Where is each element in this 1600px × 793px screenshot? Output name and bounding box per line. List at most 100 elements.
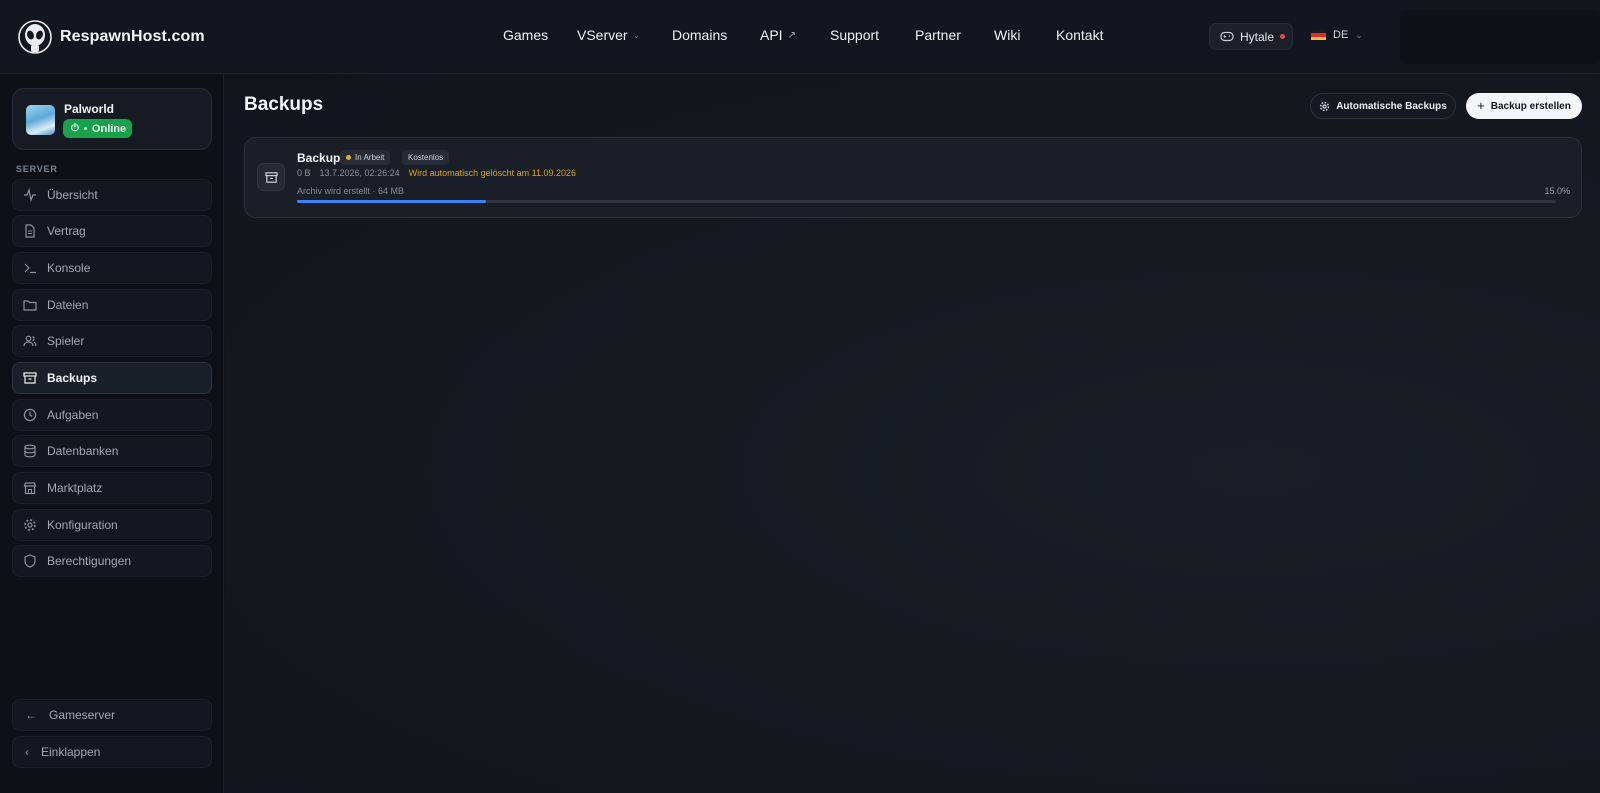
sidebar-bottom-label: Gameserver bbox=[49, 708, 116, 722]
sidebar-item-label: Datenbanken bbox=[47, 444, 119, 458]
nav-item-label: API bbox=[760, 27, 783, 43]
backup-progress-percent: 15.0% bbox=[1544, 186, 1570, 196]
activity-icon bbox=[24, 188, 36, 202]
sidebar-item-spieler[interactable]: Spieler bbox=[12, 325, 212, 357]
sidebar-item-konfiguration[interactable]: Konfiguration bbox=[12, 509, 212, 541]
clock-icon bbox=[23, 408, 37, 422]
top-navigation: RespawnHost.com Games VServer ⌄ Domains … bbox=[0, 0, 1600, 74]
sidebar-item-datenbanken[interactable]: Datenbanken bbox=[12, 435, 212, 467]
nav-item-wiki[interactable]: Wiki bbox=[994, 27, 1020, 43]
nav-item-support[interactable]: Support bbox=[830, 27, 879, 43]
sidebar-section-label: SERVER bbox=[16, 164, 58, 174]
backup-meta: 0 B 13.7.2026, 02:26:24 Wird automatisch… bbox=[297, 168, 576, 178]
shield-icon bbox=[24, 554, 36, 568]
sidebar-item-label: Aufgaben bbox=[47, 408, 99, 422]
backup-status-badge: In Arbeit bbox=[340, 150, 391, 165]
nav-item-vserver[interactable]: VServer ⌄ bbox=[577, 27, 640, 43]
gamepad-icon bbox=[1220, 31, 1234, 42]
sidebar-item-backups[interactable]: Backups bbox=[12, 362, 212, 394]
create-backup-label: Backup erstellen bbox=[1490, 100, 1571, 112]
chevron-down-icon: ⌄ bbox=[1355, 29, 1363, 40]
gear-icon bbox=[1320, 101, 1330, 111]
users-icon bbox=[23, 335, 37, 347]
arrow-left-icon: ← bbox=[25, 708, 37, 722]
external-link-icon: ↗ bbox=[787, 29, 796, 41]
nav-item-partner[interactable]: Partner bbox=[915, 27, 961, 43]
sidebar-item-label: Spieler bbox=[47, 334, 85, 348]
chevron-left-icon: ‹ bbox=[25, 745, 29, 759]
nav-item-label: Domains bbox=[672, 27, 728, 43]
backup-progress-bar bbox=[297, 200, 1556, 203]
sidebar-item-uebersicht[interactable]: Übersicht bbox=[12, 179, 212, 211]
game-selector-label: Hytale bbox=[1240, 29, 1275, 44]
nav-item-games[interactable]: Games bbox=[503, 27, 548, 43]
language-code: DE bbox=[1333, 29, 1349, 41]
backup-card[interactable]: Backup In Arbeit Kostenlos 0 B 13.7.2026… bbox=[244, 137, 1582, 218]
german-flag-icon bbox=[1311, 30, 1326, 40]
server-card[interactable]: Palworld ⏻ Online bbox=[12, 88, 212, 150]
automatic-backups-label: Automatische Backups bbox=[1336, 100, 1447, 112]
nav-item-label: VServer bbox=[577, 27, 628, 43]
sidebar-item-label: Übersicht bbox=[47, 188, 98, 202]
sidebar: Palworld ⏻ Online SERVER Übersicht Vertr… bbox=[0, 74, 224, 793]
sidebar-item-label: Konsole bbox=[47, 261, 91, 275]
folder-icon bbox=[23, 300, 37, 311]
sidebar-item-aufgaben[interactable]: Aufgaben bbox=[12, 399, 212, 431]
backup-name: Backup bbox=[297, 151, 341, 165]
sidebar-item-dateien[interactable]: Dateien bbox=[12, 289, 212, 321]
gear-icon bbox=[24, 519, 36, 531]
archive-icon bbox=[23, 372, 37, 384]
sidebar-gameserver-link[interactable]: ← Gameserver bbox=[12, 699, 212, 731]
game-selector[interactable]: Hytale bbox=[1209, 23, 1293, 50]
server-game-thumbnail bbox=[26, 105, 55, 135]
sidebar-item-vertrag[interactable]: Vertrag bbox=[12, 215, 212, 247]
language-selector[interactable]: DE ⌄ bbox=[1311, 29, 1363, 41]
sidebar-item-konsole[interactable]: Konsole bbox=[12, 252, 212, 284]
server-status-badge: ⏻ Online bbox=[63, 119, 132, 138]
sidebar-item-label: Vertrag bbox=[47, 224, 86, 238]
nav-item-label: Wiki bbox=[994, 27, 1021, 43]
status-dot bbox=[346, 155, 351, 160]
backup-progress-text: Archiv wird erstellt · 64 MB bbox=[297, 186, 405, 196]
plus-icon: + bbox=[1477, 98, 1485, 113]
server-name: Palworld bbox=[64, 102, 115, 116]
database-icon bbox=[24, 444, 36, 458]
backup-created: 13.7.2026, 02:26:24 bbox=[319, 168, 400, 178]
automatic-backups-button[interactable]: Automatische Backups bbox=[1310, 93, 1456, 119]
sidebar-item-label: Berechtigungen bbox=[47, 554, 132, 568]
page-title: Backups bbox=[244, 94, 324, 115]
sidebar-item-marktplatz[interactable]: Marktplatz bbox=[12, 472, 212, 504]
account-area bbox=[1400, 10, 1600, 64]
document-icon bbox=[25, 224, 35, 238]
backup-progress-fill bbox=[297, 200, 486, 203]
main-content: Backups Automatische Backups + Backup er… bbox=[225, 74, 1600, 793]
nav-item-kontakt[interactable]: Kontakt bbox=[1056, 27, 1103, 43]
nav-item-label: Kontakt bbox=[1056, 27, 1104, 43]
create-backup-button[interactable]: + Backup erstellen bbox=[1466, 93, 1582, 119]
status-dot bbox=[83, 127, 87, 130]
backup-tag-label: Kostenlos bbox=[408, 153, 444, 162]
sidebar-item-label: Marktplatz bbox=[47, 481, 103, 495]
terminal-icon bbox=[24, 263, 36, 274]
nav-item-label: Support bbox=[830, 27, 880, 43]
backup-auto-delete: Wird automatisch gelöscht am 11.09.2026 bbox=[408, 168, 577, 178]
nav-item-api[interactable]: API ↗ bbox=[760, 27, 796, 43]
server-status-label: Online bbox=[91, 122, 127, 135]
chevron-down-icon: ⌄ bbox=[632, 29, 641, 40]
sidebar-item-label: Backups bbox=[47, 371, 98, 385]
nav-item-label: Games bbox=[503, 27, 549, 43]
sidebar-bottom-label: Einklappen bbox=[41, 745, 101, 759]
backup-size: 0 B bbox=[297, 168, 311, 178]
sidebar-item-label: Konfiguration bbox=[47, 518, 118, 532]
backup-status-label: In Arbeit bbox=[355, 153, 385, 162]
nav-item-domains[interactable]: Domains bbox=[672, 27, 727, 43]
backup-tag-badge: Kostenlos bbox=[402, 150, 450, 165]
store-icon bbox=[23, 482, 37, 495]
power-icon: ⏻ bbox=[71, 123, 79, 134]
archive-icon bbox=[257, 163, 285, 191]
sidebar-collapse-button[interactable]: ‹ Einklappen bbox=[12, 736, 212, 768]
nav-item-label: Partner bbox=[915, 27, 961, 43]
sidebar-item-berechtigungen[interactable]: Berechtigungen bbox=[12, 545, 212, 577]
sidebar-item-label: Dateien bbox=[47, 298, 89, 312]
game-status-dot bbox=[1280, 34, 1286, 39]
